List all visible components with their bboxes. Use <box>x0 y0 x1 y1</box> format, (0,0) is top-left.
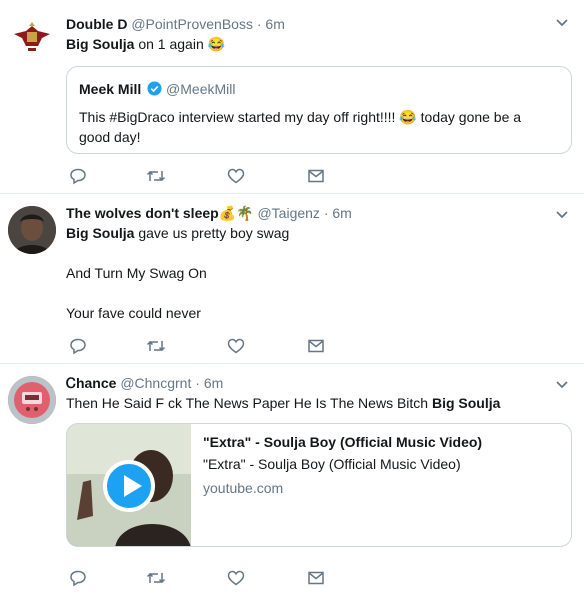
gadget-avatar-icon <box>8 376 56 424</box>
card-description: "Extra" - Soulja Boy (Official Music Vid… <box>203 456 461 472</box>
tweet[interactable]: The wolves don't sleep💰🌴 @Taigenz · 6m B… <box>0 194 584 364</box>
reply-icon[interactable] <box>68 568 88 588</box>
crest-avatar-icon <box>14 22 50 51</box>
tweet-actions <box>66 166 336 186</box>
video-thumbnail[interactable] <box>67 424 191 546</box>
reply-icon[interactable] <box>68 336 88 356</box>
tweet-header: The wolves don't sleep💰🌴 @Taigenz · 6m <box>66 203 572 223</box>
direct-message-icon[interactable] <box>306 166 326 186</box>
laughing-emoji-icon: 😂 <box>207 36 226 52</box>
tweet-header: Double D @PointProvenBoss · 6m <box>66 14 572 34</box>
reply-icon[interactable] <box>68 166 88 186</box>
tweet-timestamp[interactable]: 6m <box>332 205 351 221</box>
display-name[interactable]: Double D <box>66 16 127 32</box>
chevron-down-icon[interactable] <box>554 376 570 392</box>
like-icon[interactable] <box>226 568 246 588</box>
tweet-text-line: Your fave could never <box>66 305 201 321</box>
link-card[interactable]: "Extra" - Soulja Boy (Official Music Vid… <box>66 423 572 547</box>
chevron-down-icon[interactable] <box>554 206 570 222</box>
quoted-display-name: Meek Mill <box>79 81 142 97</box>
tweet-timestamp[interactable]: 6m <box>204 375 223 391</box>
user-handle[interactable]: @Taigenz <box>257 205 319 221</box>
tweet-actions <box>66 336 336 356</box>
tweet[interactable]: Double D @PointProvenBoss · 6m Big Soulj… <box>0 0 584 194</box>
user-handle[interactable]: @PointProvenBoss <box>131 16 253 32</box>
tweet[interactable]: Ꮯhance @Chncgrnt · 6m Then He Said F ck … <box>0 364 584 598</box>
verified-badge-icon <box>147 81 162 96</box>
quoted-text-line1-end: today gone be a <box>416 109 522 125</box>
like-icon[interactable] <box>226 166 246 186</box>
tweet-header: Ꮯhance @Chncgrnt · 6m <box>66 373 572 393</box>
play-icon[interactable] <box>103 460 155 512</box>
quoted-text-line2: good day! <box>79 129 141 145</box>
direct-message-icon[interactable] <box>306 336 326 356</box>
tweet-text-body: Then He Said F ck The News Paper He Is T… <box>66 395 432 411</box>
user-handle[interactable]: @Chncgrnt <box>120 375 191 391</box>
avatar[interactable] <box>8 14 56 62</box>
direct-message-icon[interactable] <box>306 568 326 588</box>
separator-dot: · <box>195 375 200 391</box>
like-icon[interactable] <box>226 336 246 356</box>
tweet-text-body: gave us pretty boy swag <box>134 225 290 241</box>
quoted-tweet-text: This #BigDraco interview started my day … <box>79 107 559 147</box>
tweet-text: Big Soulja gave us pretty boy swag <box>66 223 572 243</box>
money-bag-palm-emoji-icon: 💰🌴 <box>218 205 254 221</box>
tweet-text-line: And Turn My Swag On <box>66 265 207 281</box>
tweet-timestamp[interactable]: 6m <box>265 16 284 32</box>
laughing-emoji-icon: 😂 <box>399 109 417 125</box>
tweet-text-body: on 1 again <box>134 36 208 52</box>
card-domain: youtube.com <box>203 480 284 496</box>
quoted-tweet-header: Meek Mill @MeekMill <box>79 79 559 99</box>
quoted-tweet[interactable]: Meek Mill @MeekMill This #BigDraco inter… <box>66 66 572 154</box>
retweet-icon[interactable] <box>146 336 166 356</box>
avatar[interactable] <box>8 376 56 424</box>
portrait-avatar-icon <box>8 206 56 254</box>
tweet-text-highlight: Big Soulja <box>66 225 135 241</box>
quoted-text-line1: This #BigDraco interview started my day … <box>79 109 400 125</box>
tweet-text-highlight: Big Soulja <box>431 395 501 411</box>
timeline-feed: Double D @PointProvenBoss · 6m Big Soulj… <box>0 0 584 598</box>
tweet-text: Big Soulja on 1 again 😂 <box>66 34 572 54</box>
chevron-down-icon[interactable] <box>554 14 570 30</box>
card-title: "Extra" - Soulja Boy (Official Music Vid… <box>203 434 483 450</box>
retweet-icon[interactable] <box>146 166 166 186</box>
tweet-text-highlight: Big Soulja <box>66 36 135 52</box>
display-name[interactable]: The wolves don't sleep <box>66 205 219 221</box>
tweet-text: Then He Said F ck The News Paper He Is T… <box>66 393 572 413</box>
tweet-actions <box>66 568 336 588</box>
avatar[interactable] <box>8 206 56 254</box>
separator-dot: · <box>256 16 262 32</box>
card-body: "Extra" - Soulja Boy (Official Music Vid… <box>203 432 561 498</box>
quoted-user-handle: @MeekMill <box>166 81 236 97</box>
display-name[interactable]: Ꮯhance <box>66 375 116 391</box>
retweet-icon[interactable] <box>146 568 166 588</box>
separator-dot: · <box>323 205 329 221</box>
